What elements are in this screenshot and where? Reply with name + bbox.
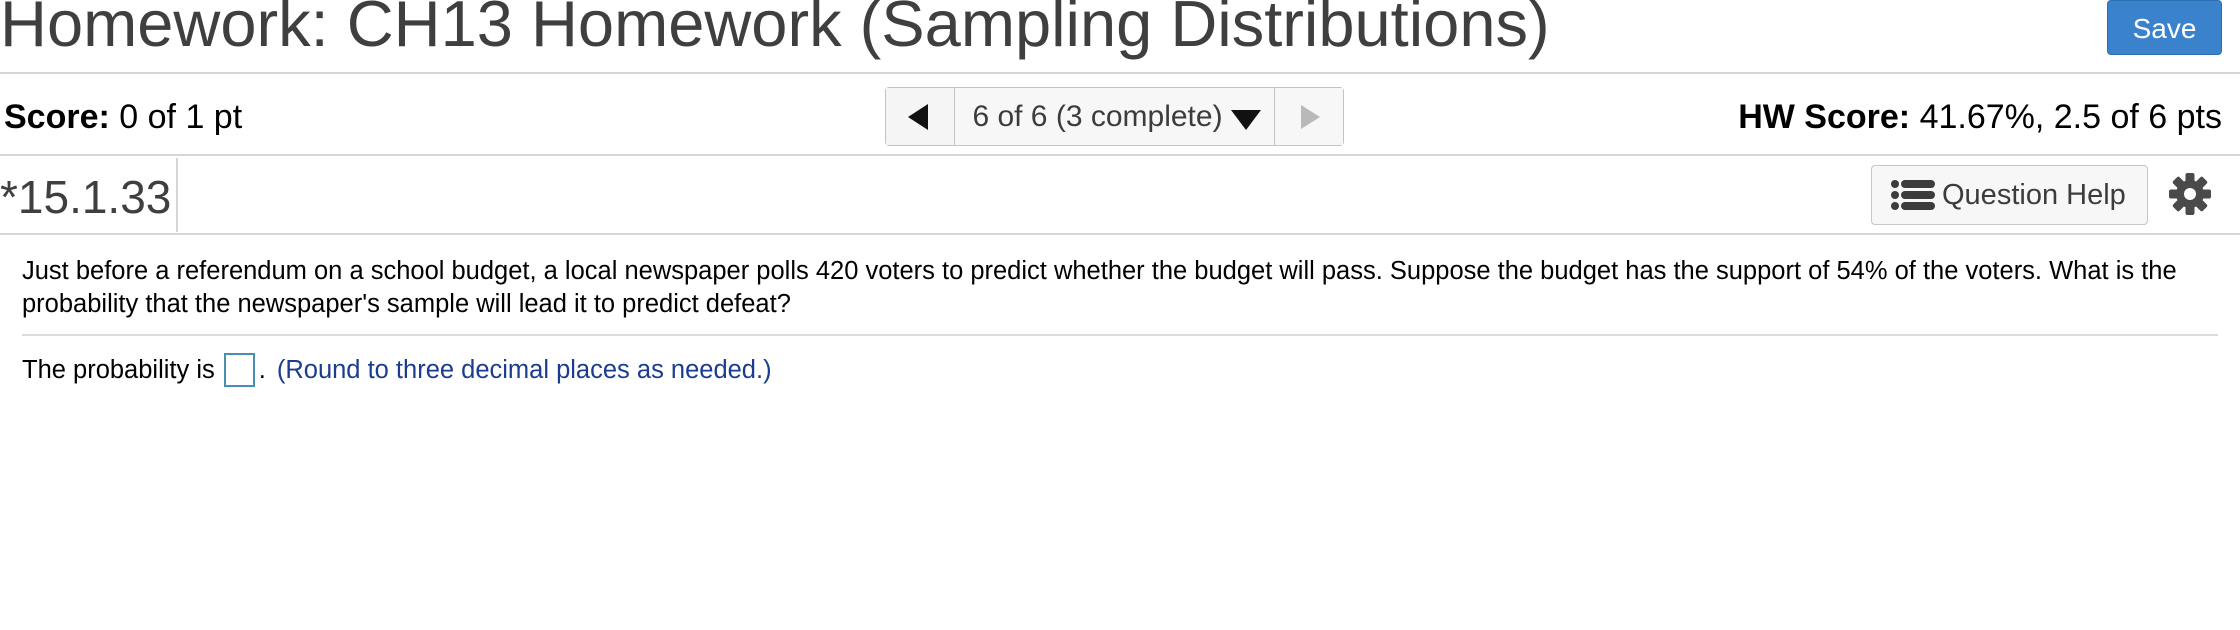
rounding-instruction: (Round to three decimal places as needed… [276, 356, 772, 384]
save-button[interactable]: Save [2107, 0, 2222, 55]
page-title: Homework: CH13 Homework (Sampling Distri… [0, 0, 1550, 60]
question-text: Just before a referendum on a school bud… [22, 257, 2177, 318]
hw-score-value: 41.67%, 2.5 of 6 pts [1919, 98, 2222, 136]
score-label: Score: [4, 98, 110, 136]
answer-suffix: . [258, 356, 266, 384]
list-icon [1891, 180, 1935, 210]
question-select-dropdown[interactable]: 6 of 6 (3 complete) [955, 88, 1275, 145]
gear-icon[interactable] [2168, 172, 2212, 216]
divider [0, 72, 2240, 74]
hw-score-display: HW Score: 41.67%, 2.5 of 6 pts [1738, 97, 2222, 137]
previous-question-button[interactable] [886, 88, 955, 145]
answer-input[interactable] [223, 353, 255, 387]
next-question-button[interactable] [1275, 88, 1343, 145]
divider [0, 154, 2240, 156]
divider [22, 334, 2218, 336]
arrow-right-icon [1301, 105, 1320, 129]
answer-line: The probability is . (Round to three dec… [22, 353, 772, 387]
score-value: 0 of 1 pt [119, 98, 243, 136]
question-navigator: 6 of 6 (3 complete) [885, 87, 1344, 146]
hw-score-label: HW Score: [1738, 98, 1911, 136]
caret-down-icon [1230, 109, 1261, 130]
question-number: *15.1.33 [0, 171, 172, 223]
question-help-label: Question Help [1942, 178, 2126, 211]
answer-prefix: The probability is [22, 356, 215, 384]
divider [0, 233, 2240, 235]
question-progress-label: 6 of 6 (3 complete) [972, 99, 1223, 133]
vertical-divider [176, 158, 178, 232]
score-display: Score: 0 of 1 pt [4, 97, 242, 137]
question-help-button[interactable]: Question Help [1871, 165, 2148, 225]
arrow-left-icon [908, 104, 928, 130]
